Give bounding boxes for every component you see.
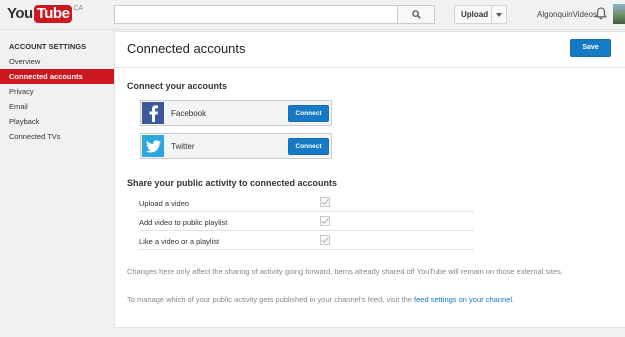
page-title: Connected accounts bbox=[127, 41, 246, 56]
search-input[interactable] bbox=[114, 5, 398, 24]
save-button[interactable]: Save bbox=[570, 39, 611, 57]
activity-label: Upload a video bbox=[139, 199, 190, 208]
activity-label: Add video to public playlist bbox=[139, 218, 228, 227]
upload-menu-toggle[interactable] bbox=[492, 6, 506, 23]
sidebar-item-overview[interactable]: Overview bbox=[0, 54, 114, 69]
settings-panel: Connected accounts Save Connect your acc… bbox=[114, 31, 625, 328]
panel-header: Connected accounts Save bbox=[115, 32, 625, 68]
settings-sidebar: ACCOUNT SETTINGS Overview Connected acco… bbox=[0, 31, 114, 144]
facebook-icon bbox=[142, 102, 164, 124]
chevron-down-icon bbox=[496, 12, 502, 17]
logo-you-text: You bbox=[7, 5, 33, 22]
account-name-facebook: Facebook bbox=[171, 109, 207, 118]
sharing-note: Changes here only affect the sharing of … bbox=[127, 267, 563, 276]
account-row-facebook: Facebook Connect bbox=[140, 100, 332, 126]
share-activity-heading: Share your public activity to connected … bbox=[127, 178, 338, 188]
upload-label: Upload bbox=[455, 6, 492, 23]
activity-checkbox[interactable] bbox=[320, 216, 330, 226]
connect-twitter-button[interactable]: Connect bbox=[288, 138, 329, 155]
sidebar-item-connected-accounts[interactable]: Connected accounts bbox=[0, 69, 114, 84]
sidebar-item-email[interactable]: Email bbox=[0, 99, 114, 114]
connect-facebook-button[interactable]: Connect bbox=[288, 105, 329, 122]
feed-settings-note: To manage which of your public activity … bbox=[127, 294, 617, 305]
avatar[interactable] bbox=[613, 4, 625, 24]
sidebar-heading: ACCOUNT SETTINGS bbox=[9, 42, 87, 51]
feed-note-suffix: . bbox=[512, 295, 515, 304]
activity-checkbox[interactable] bbox=[320, 235, 330, 245]
activity-label: Like a video or a playlist bbox=[139, 237, 220, 246]
account-name-twitter: Twitter bbox=[171, 142, 195, 151]
activity-row-playlist: Add video to public playlist bbox=[139, 213, 474, 231]
checkmark-icon bbox=[321, 237, 329, 244]
sidebar-item-connected-tvs[interactable]: Connected TVs bbox=[0, 129, 114, 144]
checkmark-icon bbox=[321, 218, 329, 225]
activity-row-like: Like a video or a playlist bbox=[139, 232, 474, 250]
search-icon bbox=[411, 10, 421, 19]
activity-row-upload: Upload a video bbox=[139, 194, 474, 212]
checkmark-icon bbox=[321, 199, 329, 206]
upload-button[interactable]: Upload bbox=[454, 5, 507, 24]
search-button[interactable] bbox=[398, 5, 435, 24]
sidebar-item-privacy[interactable]: Privacy bbox=[0, 84, 114, 99]
feed-note-text: To manage which of your public activity … bbox=[127, 295, 415, 304]
logo-tube-text: Tube bbox=[33, 5, 73, 23]
masthead: You Tube CA Upload AlgonquinVideos bbox=[0, 0, 625, 30]
connect-accounts-heading: Connect your accounts bbox=[127, 81, 228, 91]
sidebar-item-playback[interactable]: Playback bbox=[0, 114, 114, 129]
youtube-logo[interactable]: You Tube CA bbox=[7, 4, 83, 24]
region-label: CA bbox=[73, 5, 84, 12]
feed-settings-link[interactable]: feed settings on your channel bbox=[414, 295, 512, 304]
twitter-icon bbox=[142, 135, 164, 157]
account-row-twitter: Twitter Connect bbox=[140, 133, 332, 159]
activity-checkbox[interactable] bbox=[320, 197, 330, 207]
bell-icon[interactable] bbox=[595, 7, 607, 20]
username[interactable]: AlgonquinVideos bbox=[537, 10, 597, 19]
